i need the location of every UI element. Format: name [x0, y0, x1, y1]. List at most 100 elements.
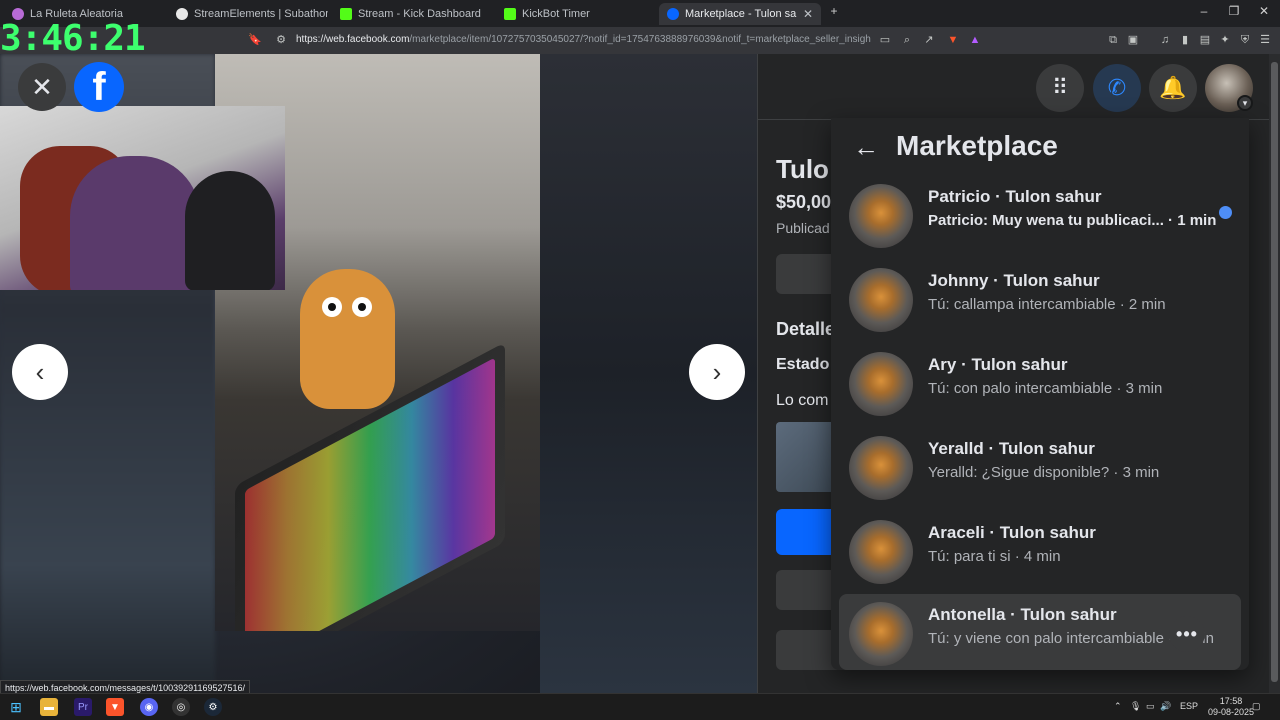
vpn-icon[interactable]: ⛨	[1238, 33, 1252, 47]
chevron-left-icon: ‹	[35, 356, 45, 387]
messenger-icon: ✆	[1107, 75, 1127, 100]
windows-start-icon[interactable]: ⊞	[7, 698, 25, 716]
zoom-icon[interactable]: ⌕	[900, 33, 914, 47]
url-field[interactable]: https://web.facebook.com/marketplace/ite…	[296, 34, 871, 45]
listing-thumbnail	[849, 520, 913, 584]
plush-toy-image	[300, 269, 395, 409]
chevron-down-icon[interactable]: ▾	[1237, 95, 1253, 111]
conversation-snippet: Tú: callampa intercambiable · 2 min	[928, 296, 1166, 313]
screenshot-icon[interactable]: ▣	[1126, 33, 1140, 47]
conversation-item[interactable]: Antonella · Tulon sahur Tú: y viene con …	[839, 594, 1241, 670]
chevron-right-icon: ›	[712, 356, 722, 387]
listing-description: Lo com	[776, 392, 829, 409]
conversation-name: Patricio · Tulon sahur	[928, 187, 1102, 206]
listing-thumbnail	[849, 436, 913, 500]
conversation-snippet: Yeralld: ¿Sigue disponible? · 3 min	[928, 464, 1160, 481]
file-explorer-icon[interactable]: ▬	[40, 698, 58, 716]
webcam-overlay	[0, 106, 285, 290]
network-icon[interactable]: ▭	[1146, 701, 1155, 712]
kick-favicon-icon	[504, 8, 516, 20]
listing-published-date: Publicad	[776, 220, 830, 236]
share-icon[interactable]: ↗	[922, 33, 936, 47]
volume-icon[interactable]: 🔊	[1160, 701, 1171, 712]
tab-title: Marketplace - Tulon sahur | Face	[685, 8, 797, 20]
tab-title: StreamElements | Subathon Countdo	[194, 8, 328, 20]
listing-thumbnail	[849, 602, 913, 666]
brave-shields-icon[interactable]: ▼	[946, 33, 960, 47]
extensions-icon[interactable]: ⧉	[1106, 33, 1120, 47]
conversation-name: Yeralld · Tulon sahur	[928, 439, 1095, 458]
conversation-name: Antonella · Tulon sahur	[928, 605, 1117, 624]
tab-title: Stream - Kick Dashboard	[358, 8, 481, 20]
site-settings-icon[interactable]: ⚙	[274, 33, 288, 47]
wallet-icon[interactable]: ▤	[1198, 33, 1212, 47]
condition-label: Estado	[776, 356, 830, 373]
conversation-name: Araceli · Tulon sahur	[928, 523, 1096, 542]
notification-center-icon[interactable]: ▢	[1252, 701, 1261, 712]
back-arrow-icon[interactable]: ←	[853, 132, 879, 163]
brave-rewards-icon[interactable]: ▲	[968, 33, 982, 47]
tab-marketplace[interactable]: Marketplace - Tulon sahur | Face ✕	[659, 3, 821, 25]
location-map[interactable]	[776, 422, 836, 492]
conversation-snippet: Tú: para ti si · 4 min	[928, 548, 1061, 565]
tab-kick-dashboard[interactable]: Stream - Kick Dashboard	[332, 3, 492, 25]
microphone-icon[interactable]: 🎙	[1130, 701, 1141, 712]
close-viewer-button[interactable]: ✕	[18, 63, 66, 111]
menu-icon[interactable]: ☰	[1258, 33, 1272, 47]
marketplace-messages-panel: ← Marketplace Patricio · Tulon sahur Pat…	[831, 118, 1249, 670]
close-tab-icon[interactable]: ✕	[803, 7, 813, 21]
conversation-name: Ary · Tulon sahur	[928, 355, 1068, 374]
steam-icon[interactable]: ⚙	[204, 698, 222, 716]
panel-title: Marketplace	[896, 130, 1058, 161]
conversation-item[interactable]: Johnny · Tulon sahur Tú: callampa interc…	[839, 260, 1241, 336]
scrollbar-thumb[interactable]	[1271, 62, 1278, 682]
new-tab-button[interactable]: +	[824, 4, 844, 18]
bell-icon: 🔔	[1159, 75, 1187, 100]
conversation-snippet: Tú: con palo intercambiable · 3 min	[928, 380, 1163, 397]
facebook-logo[interactable]: f	[74, 62, 124, 112]
messenger-button[interactable]: ✆	[1093, 64, 1141, 112]
address-bar: 🔖 ⚙ https://web.facebook.com/marketplace…	[0, 27, 1280, 54]
browser-tab-bar: La Ruleta Aleatoria StreamElements | Sub…	[0, 0, 1280, 27]
maximize-button[interactable]: ❐	[1224, 4, 1244, 18]
conversation-item[interactable]: Yeralld · Tulon sahur Yeralld: ¿Sigue di…	[839, 428, 1241, 504]
unread-dot	[1219, 206, 1232, 219]
conversation-item[interactable]: Ary · Tulon sahur Tú: con palo intercamb…	[839, 344, 1241, 420]
minimize-button[interactable]: –	[1194, 4, 1214, 18]
system-clock[interactable]: 17:58 09-08-2025	[1208, 696, 1254, 718]
conversation-name: Johnny · Tulon sahur	[928, 271, 1100, 290]
tab-streamelements[interactable]: StreamElements | Subathon Countdo	[168, 3, 328, 25]
listing-thumbnail	[849, 268, 913, 332]
bookmark-icon[interactable]: 🔖	[248, 33, 262, 47]
facebook-icon: f	[92, 64, 106, 109]
tray-chevron-icon[interactable]: ⌃	[1114, 701, 1122, 712]
next-photo-button[interactable]: ›	[689, 344, 745, 400]
listing-price: $50,00	[776, 192, 832, 212]
listing-thumbnail	[849, 352, 913, 416]
brave-browser-icon[interactable]: ▼	[106, 698, 124, 716]
close-window-button[interactable]: ✕	[1254, 4, 1274, 18]
notifications-button[interactable]: 🔔	[1149, 64, 1197, 112]
guest-person	[185, 171, 275, 290]
conversation-item[interactable]: Araceli · Tulon sahur Tú: para ti si · 4…	[839, 512, 1241, 588]
discord-icon[interactable]: ◉	[140, 698, 158, 716]
reader-mode-icon[interactable]: ▭	[878, 33, 892, 47]
url-path: /marketplace/item/1072757035045027/?noti…	[409, 34, 871, 45]
tab-kickbot-timer[interactable]: KickBot Timer	[496, 3, 656, 25]
conversation-item[interactable]: Patricio · Tulon sahur Patricio: Muy wen…	[839, 176, 1241, 252]
more-options-button[interactable]: •••	[1169, 616, 1205, 652]
premiere-pro-icon[interactable]: Pr	[74, 698, 92, 716]
clock-date: 09-08-2025	[1208, 707, 1255, 717]
media-icon[interactable]: ♫	[1158, 33, 1172, 47]
leo-ai-icon[interactable]: ✦	[1218, 33, 1232, 47]
menu-button[interactable]: ⠿	[1036, 64, 1084, 112]
sidebar-icon[interactable]: ▮	[1178, 33, 1192, 47]
language-indicator[interactable]: ESP	[1180, 701, 1198, 711]
page-scrollbar[interactable]	[1269, 54, 1280, 693]
obs-icon[interactable]: ◎	[172, 698, 190, 716]
clock-time: 17:58	[1219, 696, 1243, 706]
conversation-snippet: Patricio: Muy wena tu publicaci... · 1 m…	[928, 212, 1217, 229]
facebook-favicon-icon	[667, 8, 679, 20]
windows-taskbar: ⊞ ▬ Pr ▼ ◉ ◎ ⚙ ⌃ 🎙 ▭ 🔊 ESP 17:58 09-08-2…	[0, 693, 1280, 720]
previous-photo-button[interactable]: ‹	[12, 344, 68, 400]
